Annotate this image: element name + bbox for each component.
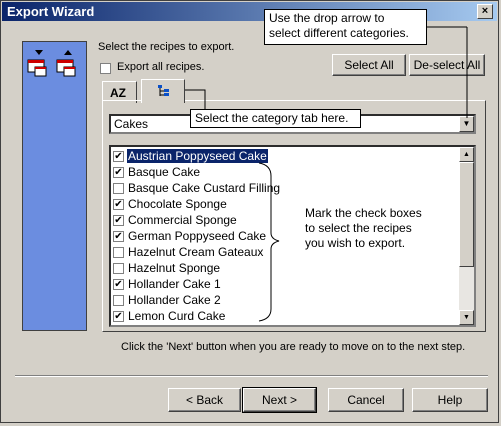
recipe-label: Hollander Cake 2: [128, 293, 221, 307]
select-all-button[interactable]: Select All: [332, 54, 406, 76]
footer-hint: Click the 'Next' button when you are rea…: [121, 341, 466, 353]
recipe-label: Austrian Poppyseed Cake: [126, 148, 269, 164]
select-instruction: Select the recipes to export.: [98, 41, 235, 53]
callout-text: to select the recipes: [305, 221, 412, 235]
recipe-checkbox[interactable]: [113, 295, 124, 306]
callout-text: Mark the check boxes: [305, 206, 422, 220]
recipe-checkbox[interactable]: ✔: [113, 199, 124, 210]
recipe-checkbox[interactable]: ✔: [113, 311, 124, 322]
recipe-label: German Poppyseed Cake: [128, 229, 267, 243]
callout-text: select different categories.: [269, 26, 409, 40]
callout-text: you wish to export.: [305, 236, 406, 250]
window-title: Export Wizard: [7, 4, 95, 19]
recipe-checkbox[interactable]: [113, 247, 124, 258]
tree-icon: [158, 85, 169, 96]
arrow-up-icon: ▲: [463, 151, 470, 158]
checkbox-callout: Mark the check boxes to select the recip…: [305, 206, 422, 251]
close-icon: ×: [481, 5, 489, 17]
scroll-down-button[interactable]: ▼: [459, 310, 474, 325]
arrow-down-icon: ▼: [463, 314, 470, 321]
category-tab[interactable]: [141, 79, 185, 103]
recipe-checkbox[interactable]: ✔: [113, 151, 124, 162]
close-button[interactable]: ×: [477, 4, 493, 19]
cancel-button[interactable]: Cancel: [328, 388, 404, 412]
recipe-label: Basque Cake Custard Filling: [128, 181, 281, 195]
chevron-down-icon: ▼: [462, 119, 471, 128]
recipe-label: Lemon Curd Cake: [128, 309, 226, 323]
recipe-label: Hollander Cake 1: [128, 277, 221, 291]
recipe-checkbox[interactable]: ✔: [113, 167, 124, 178]
category-value: Cakes: [114, 117, 149, 131]
callout-text: Select the category tab here.: [195, 111, 349, 125]
next-button[interactable]: Next >: [242, 387, 317, 413]
deselect-all-button[interactable]: De-select All: [409, 54, 485, 76]
wizard-side-panel: [22, 41, 87, 331]
scroll-thumb[interactable]: [459, 162, 474, 267]
callout-text: Use the drop arrow to: [269, 11, 385, 25]
recipe-checkbox[interactable]: ✔: [113, 215, 124, 226]
export-all-checkbox[interactable]: [100, 63, 111, 74]
drop-arrow-callout: Use the drop arrow to select different c…: [264, 9, 427, 45]
help-button[interactable]: Help: [412, 388, 488, 412]
recipe-label: Commercial Sponge: [128, 213, 237, 227]
recipe-checkbox[interactable]: ✔: [113, 279, 124, 290]
recipe-label: Basque Cake: [128, 165, 201, 179]
export-graphic-icon: [27, 50, 76, 77]
recipe-checkbox[interactable]: ✔: [113, 231, 124, 242]
list-scrollbar[interactable]: ▲ ▼: [459, 147, 474, 325]
category-tab-callout: Select the category tab here.: [190, 109, 361, 128]
sort-az-icon: AZ: [110, 86, 126, 100]
recipe-checkbox[interactable]: [113, 183, 124, 194]
dropdown-arrow-button[interactable]: ▼: [459, 116, 474, 132]
separator: [15, 375, 488, 377]
back-button[interactable]: < Back: [168, 388, 241, 412]
recipe-checkbox[interactable]: [113, 263, 124, 274]
recipe-label: Hazelnut Sponge: [128, 261, 221, 275]
recipe-label: Chocolate Sponge: [128, 197, 227, 211]
recipe-label: Hazelnut Cream Gateaux: [128, 245, 264, 259]
export-wizard-window: Export Wizard × Select the recipes to ex…: [0, 0, 499, 423]
export-all-label[interactable]: Export all recipes.: [117, 61, 204, 73]
scroll-up-button[interactable]: ▲: [459, 147, 474, 162]
